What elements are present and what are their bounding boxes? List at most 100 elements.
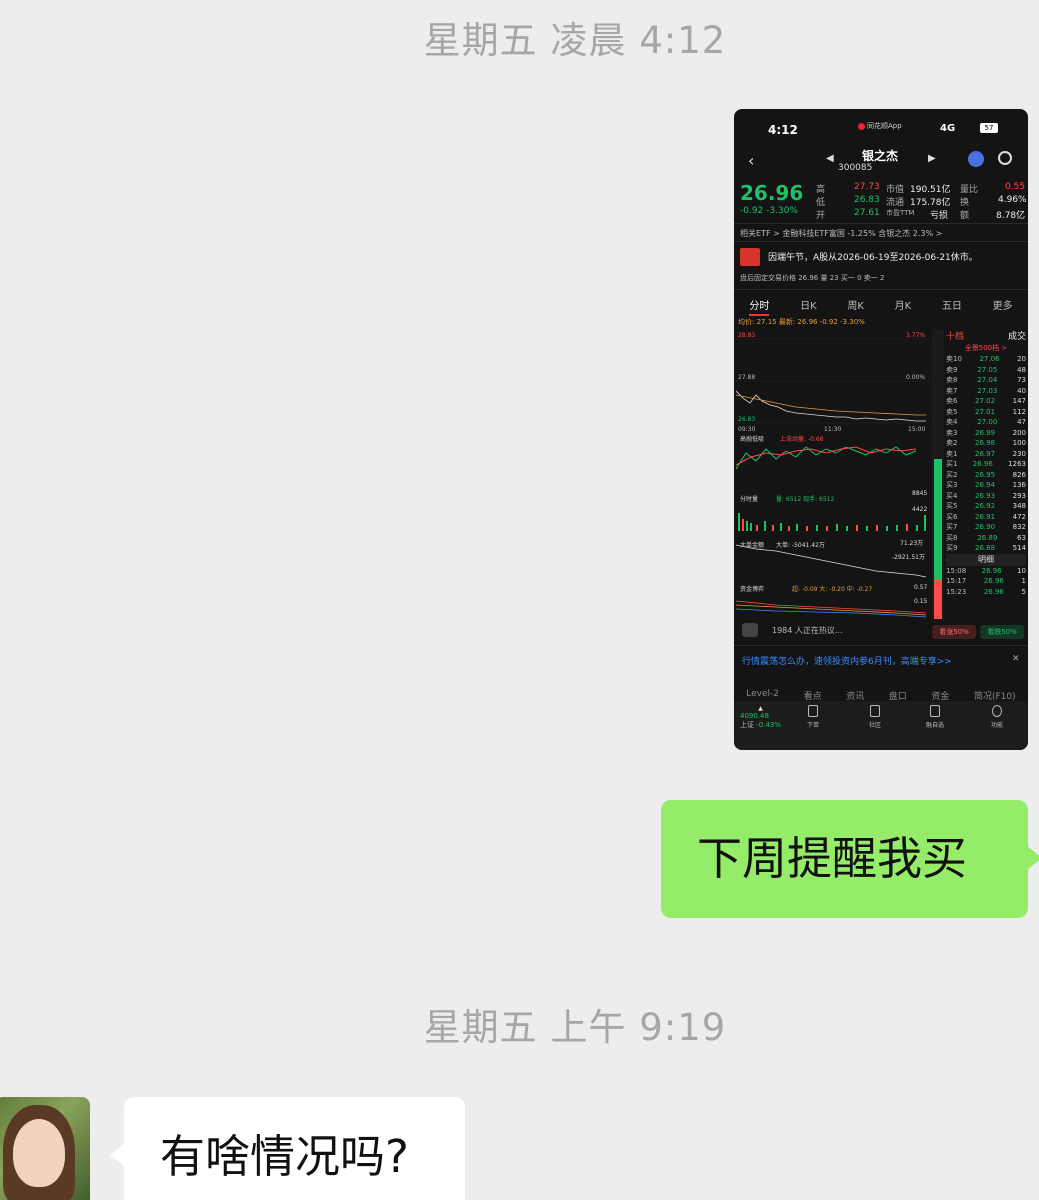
tab-trades[interactable]: 成交 (1008, 329, 1026, 343)
float-label: 流通 (886, 198, 905, 208)
community-icon (870, 705, 880, 717)
tab-ten-levels[interactable]: 十档 (946, 329, 964, 343)
screenshot-image-message[interactable]: 4:12 同花顺App 4G 57 ‹ ◀ 银之杰 ▶ 300085 26.96… (734, 109, 1028, 750)
open-value: 27.61 (854, 208, 880, 218)
panel4-val2: 0.15 (914, 598, 928, 605)
bid-row-price: 26.90 (975, 523, 996, 531)
ask-row: 卖7 27.03 40 (946, 386, 1026, 397)
next-stock-icon[interactable]: ▶ (928, 153, 936, 164)
tick-row-price: 26.96 (981, 566, 1002, 575)
ask-row-label: 卖7 (946, 386, 958, 395)
ask-levels: 卖10 27.06 20 卖9 27.05 48 卖8 27.04 73 卖7 27.03 40 卖6 2… (946, 354, 1026, 459)
prev-stock-icon[interactable]: ◀ (826, 153, 834, 164)
volume-bar (788, 526, 790, 531)
open-label: 开 (816, 211, 826, 221)
volume-bar (738, 513, 740, 531)
related-etf[interactable]: 相关ETF > 金融科技ETF富国 -1.25% 含银之杰 2.3% > (740, 228, 942, 239)
turnover-value: 4.96% (998, 195, 1027, 205)
self-message-bubble[interactable]: 下周提醒我买 (661, 800, 1039, 918)
trade-detail-header[interactable]: 明细 (946, 553, 1026, 566)
ask-row-qty: 20 (1017, 355, 1026, 363)
bid-row: 买2 26.95 826 (946, 470, 1026, 481)
ask-row-price: 27.04 (977, 376, 998, 384)
bid-row-price: 26.96 (972, 460, 993, 468)
high-label: 高 (816, 185, 826, 195)
ask-row-qty: 47 (1017, 418, 1026, 426)
panel3-val1: 71.23万 (900, 540, 923, 547)
order-book[interactable]: 十档 成交 全景500档 > 卖10 27.06 20 卖9 27.05 48 卖8 27.0… (946, 329, 1026, 619)
tab-daily-k[interactable]: 日K (800, 297, 817, 316)
bid-row-label: 买9 (946, 544, 958, 552)
intraday-chart[interactable]: 28.93 27.88 26.83 3.77% 0.00% 09:30 11:3… (736, 329, 930, 619)
ask-row-qty: 48 (1017, 365, 1026, 374)
holiday-notice[interactable]: 因端午节，A股从2026-06-19至2026-06-21休市。 (768, 250, 978, 263)
app-logo-icon (858, 122, 865, 130)
divider (734, 289, 1028, 290)
contact-avatar[interactable] (0, 1097, 90, 1200)
assistant-robot-icon[interactable] (968, 151, 984, 167)
vol-ratio-label: 量比 (960, 185, 979, 195)
tab-more[interactable]: 更多 (993, 297, 1013, 316)
back-icon[interactable]: ‹ (748, 151, 754, 170)
tab-five-day[interactable]: 五日 (942, 297, 962, 316)
ask-row-label: 卖1 (946, 449, 958, 458)
ask-row-label: 卖3 (946, 428, 958, 437)
bid-strength-bar (934, 579, 942, 619)
bid-row-price: 26.92 (975, 502, 996, 510)
tick-row-label: 15:08 (946, 566, 967, 575)
tick-row-price: 26.96 (983, 577, 1004, 585)
trade-ticks: 15:08 26.96 10 15:17 26.96 1 15:23 26.96 5 (946, 566, 1026, 598)
panel3-val2: -2921.51万 (892, 554, 925, 561)
order-button[interactable]: 下单 (798, 705, 828, 729)
status-time: 4:12 (768, 123, 798, 137)
bid-row-label: 买1 (946, 460, 958, 468)
timestamp-2: 星期五 上午 9:19 (423, 1006, 727, 1049)
functions-button[interactable]: 功能 (982, 705, 1012, 729)
panorama-levels-link[interactable]: 全景500档 > (946, 343, 1026, 354)
ask-row-price: 27.00 (977, 418, 998, 426)
index-quote[interactable]: ▲ 4090.48 上证 -0.43% (740, 705, 781, 730)
stock-code: 300085 (838, 163, 873, 173)
ask-row-label: 卖5 (946, 407, 958, 416)
signal-indicator: 4G (940, 123, 956, 134)
tab-weekly-k[interactable]: 周K (847, 297, 864, 316)
volume-bar (796, 524, 798, 531)
ask-strength-bar (934, 459, 942, 579)
amount-label: 额 (960, 211, 970, 221)
close-icon[interactable]: ✕ (1012, 654, 1020, 664)
volume-bar (772, 525, 774, 531)
volume-bar (742, 519, 744, 531)
contact-message-bubble[interactable]: 有啥情况吗? (110, 1097, 465, 1200)
bid-row: 买5 26.92 348 (946, 501, 1026, 512)
panel2-sub: 量: 6512 现手: 6512 (776, 495, 834, 503)
tick-row-qty: 1 (1021, 577, 1026, 585)
ask-row: 卖6 27.02 147 (946, 396, 1026, 407)
ask-row-qty: 147 (1012, 397, 1026, 405)
ask-row: 卖1 26.97 230 (946, 449, 1026, 460)
tick-row: 15:08 26.96 10 (946, 566, 1026, 577)
search-icon[interactable] (998, 151, 1012, 165)
ask-row-qty: 112 (1012, 407, 1026, 416)
after-hours-line[interactable]: 盘后固定交易价格 26.96 量 23 买一 0 卖一 2 (740, 273, 884, 283)
panel2-val2: 4422 (912, 506, 927, 513)
pe-value: 亏损 (930, 211, 949, 221)
tab-intraday[interactable]: 分时 (749, 297, 770, 316)
bearish-vote-button[interactable]: 看跌50% (980, 625, 1024, 639)
mktcap-label: 市值 (886, 185, 905, 195)
bid-levels: 买1 26.96 1263 买2 26.95 826 买3 26.94 136 买4 26.93 29… (946, 459, 1026, 554)
chart-top-price: 28.93 (738, 332, 755, 339)
tab-monthly-k[interactable]: 月K (895, 297, 912, 316)
community-button[interactable]: 社区 (860, 705, 890, 729)
bullish-vote-button[interactable]: 看涨50% (932, 625, 976, 639)
divider (734, 223, 1028, 224)
volume-bar (746, 521, 748, 531)
tick-row-label: 15:23 (946, 587, 967, 596)
watchlist-button[interactable]: 融自选 (920, 705, 950, 729)
ask-row-label: 卖8 (946, 376, 958, 384)
bid-row-qty: 348 (1012, 502, 1026, 510)
volume-bar (846, 526, 848, 531)
time-mid: 11:30 (824, 426, 841, 433)
discussion-count[interactable]: 1984 人正在热议... (772, 625, 843, 636)
promo-banner[interactable]: 行情震荡怎么办，速领投资内参6月刊，高端专享>> (742, 654, 952, 667)
discussion-icon (742, 623, 758, 637)
